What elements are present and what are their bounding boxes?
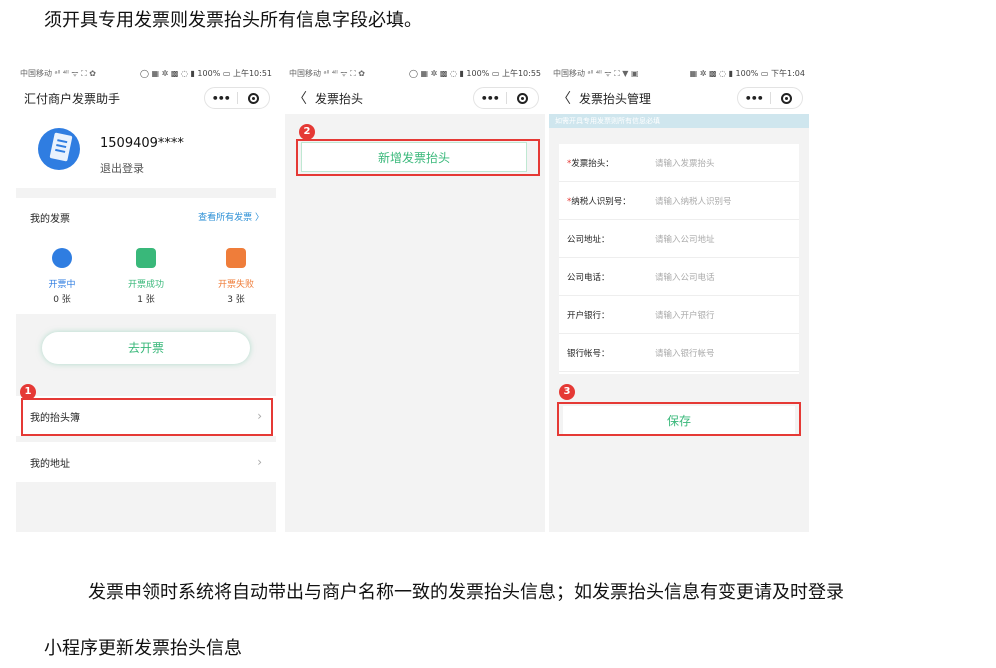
field-company-phone[interactable]: 公司电话： 请输入公司电话 — [559, 258, 799, 296]
nav-title: 汇付商户发票助手 — [24, 91, 121, 106]
close-miniprogram-icon[interactable] — [506, 92, 538, 104]
field-placeholder[interactable]: 请输入银行帐号 — [655, 347, 715, 359]
field-label: 银行帐号： — [567, 348, 610, 359]
logout-link[interactable]: 退出登录 — [100, 160, 144, 176]
status-bar: 中国移动 ᵃˡˡ ⁴ˡˡ ᯤ ⛶ ✿ ◯ ▦ ✲ ▩ ◌ ▮ 100% ▭ 上午… — [16, 64, 276, 82]
stat-count: 0 张 — [53, 295, 71, 305]
my-invoices-title: 我的发票 — [30, 214, 70, 225]
miniprogram-capsule: ••• — [473, 87, 539, 109]
status-right: ◯ ▦ ✲ ▩ ◌ ▮ 100% ▭ 上午10:51 — [140, 68, 272, 78]
miniprogram-capsule: ••• — [204, 87, 270, 109]
nav-title: 发票抬头管理 — [579, 91, 652, 106]
chevron-right-icon: › — [257, 409, 262, 423]
chevron-right-icon: › — [257, 455, 262, 469]
status-left: 中国移动 ᵃˡˡ ⁴ˡˡ ᯤ ⛶ ✿ — [20, 68, 96, 78]
clock-icon — [52, 248, 72, 268]
stat-count: 1 张 — [137, 295, 155, 305]
stat-issuing[interactable]: 开票中 0 张 — [22, 248, 102, 305]
field-placeholder[interactable]: 请输入纳税人识别号 — [655, 195, 732, 207]
status-left: 中国移动 ᵃˡˡ ⁴ˡˡ ᯤ ⛶ ✿ — [289, 68, 365, 78]
field-label: 开户银行： — [567, 310, 610, 321]
instruction-top-text: 须开具专用发票则发票抬头所有信息字段必填。 — [44, 10, 422, 31]
field-label: 公司电话： — [567, 272, 610, 283]
field-invoice-header[interactable]: *发票抬头： 请输入发票抬头 — [559, 144, 799, 182]
field-placeholder[interactable]: 请输入开户银行 — [655, 309, 715, 321]
field-placeholder[interactable]: 请输入发票抬头 — [655, 157, 715, 169]
stat-failed[interactable]: 开票失败 3 张 — [196, 248, 276, 305]
go-invoice-button[interactable]: 去开票 — [42, 332, 250, 364]
header-book-label: 我的抬头簿 — [30, 412, 80, 424]
more-icon[interactable]: ••• — [205, 92, 237, 105]
field-label: 纳税人识别号： — [571, 196, 631, 207]
save-button[interactable]: 保存 — [563, 406, 795, 436]
header-book-row[interactable]: 我的抬头簿 › — [16, 396, 276, 436]
step-badge: 3 — [559, 384, 575, 400]
field-placeholder[interactable]: 请输入公司电话 — [655, 271, 715, 283]
receipt-fail-icon — [226, 248, 246, 268]
status-bar: 中国移动 ᵃˡˡ ⁴ˡˡ ᯤ ⛶ ▼ ▣ ▦ ✲ ▩ ◌ ▮ 100% ▭ 下午… — [549, 64, 809, 82]
back-icon[interactable]: 〈 — [557, 88, 571, 108]
more-icon[interactable]: ••• — [474, 92, 506, 105]
stat-label: 开票成功 — [127, 280, 164, 290]
field-company-address[interactable]: 公司地址： 请输入公司地址 — [559, 220, 799, 258]
nav-title: 发票抬头 — [315, 91, 364, 106]
instruction-bottom-line-2: 小程序更新发票抬头信息 — [44, 638, 242, 659]
instruction-bottom-line-1: 发票申领时系统将自动带出与商户名称一致的发票抬头信息；如发票抬头信息有变更请及时… — [88, 582, 844, 603]
nav-bar: 〈 发票抬头 ••• — [285, 82, 545, 114]
phone-screen-invoice-header: 中国移动 ᵃˡˡ ⁴ˡˡ ᯤ ⛶ ✿ ◯ ▦ ✲ ▩ ◌ ▮ 100% ▭ 上午… — [285, 64, 545, 532]
receipt-success-icon — [136, 248, 156, 268]
field-bank-name[interactable]: 开户银行： 请输入开户银行 — [559, 296, 799, 334]
close-miniprogram-icon[interactable] — [237, 92, 269, 104]
stat-count: 3 张 — [227, 295, 245, 305]
status-right: ◯ ▦ ✲ ▩ ◌ ▮ 100% ▭ 上午10:55 — [409, 68, 541, 78]
field-bank-account[interactable]: 银行帐号： 请输入银行帐号 — [559, 334, 799, 372]
step-badge: 2 — [299, 124, 315, 140]
view-all-invoices-link[interactable]: 查看所有发票 〉 — [198, 210, 264, 223]
required-hint-bar: 如需开具专用发票则所有信息必填 — [549, 114, 809, 128]
close-miniprogram-icon[interactable] — [770, 92, 802, 104]
nav-bar: 〈 发票抬头管理 ••• — [549, 82, 809, 114]
field-placeholder[interactable]: 请输入公司地址 — [655, 233, 715, 245]
phone-screen-header-management: 中国移动 ᵃˡˡ ⁴ˡˡ ᯤ ⛶ ▼ ▣ ▦ ✲ ▩ ◌ ▮ 100% ▭ 下午… — [549, 64, 809, 532]
miniprogram-capsule: ••• — [737, 87, 803, 109]
back-icon[interactable]: 〈 — [293, 88, 307, 108]
more-icon[interactable]: ••• — [738, 92, 770, 105]
field-taxpayer-id[interactable]: *纳税人识别号： 请输入纳税人识别号 — [559, 182, 799, 220]
address-row[interactable]: 我的地址 › — [16, 442, 276, 482]
phone-screen-my-page: 中国移动 ᵃˡˡ ⁴ˡˡ ᯤ ⛶ ✿ ◯ ▦ ✲ ▩ ◌ ▮ 100% ▭ 上午… — [16, 64, 276, 532]
stat-label: 开票失败 — [217, 280, 254, 290]
user-phone: 1509409**** — [100, 136, 184, 151]
stat-success[interactable]: 开票成功 1 张 — [106, 248, 186, 305]
status-right: ▦ ✲ ▩ ◌ ▮ 100% ▭ 下午1:04 — [689, 68, 805, 78]
status-left: 中国移动 ᵃˡˡ ⁴ˡˡ ᯤ ⛶ ▼ ▣ — [553, 68, 639, 78]
add-invoice-header-button[interactable]: 新增发票抬头 — [301, 142, 527, 172]
field-label: 公司地址： — [567, 234, 610, 245]
field-label: 发票抬头： — [571, 158, 614, 169]
step-badge: 1 — [20, 384, 36, 400]
stat-label: 开票中 — [48, 280, 76, 290]
address-label: 我的地址 — [30, 458, 70, 470]
avatar — [38, 128, 80, 170]
status-bar: 中国移动 ᵃˡˡ ⁴ˡˡ ᯤ ⛶ ✿ ◯ ▦ ✲ ▩ ◌ ▮ 100% ▭ 上午… — [285, 64, 545, 82]
nav-bar: 汇付商户发票助手 ••• — [16, 82, 276, 114]
